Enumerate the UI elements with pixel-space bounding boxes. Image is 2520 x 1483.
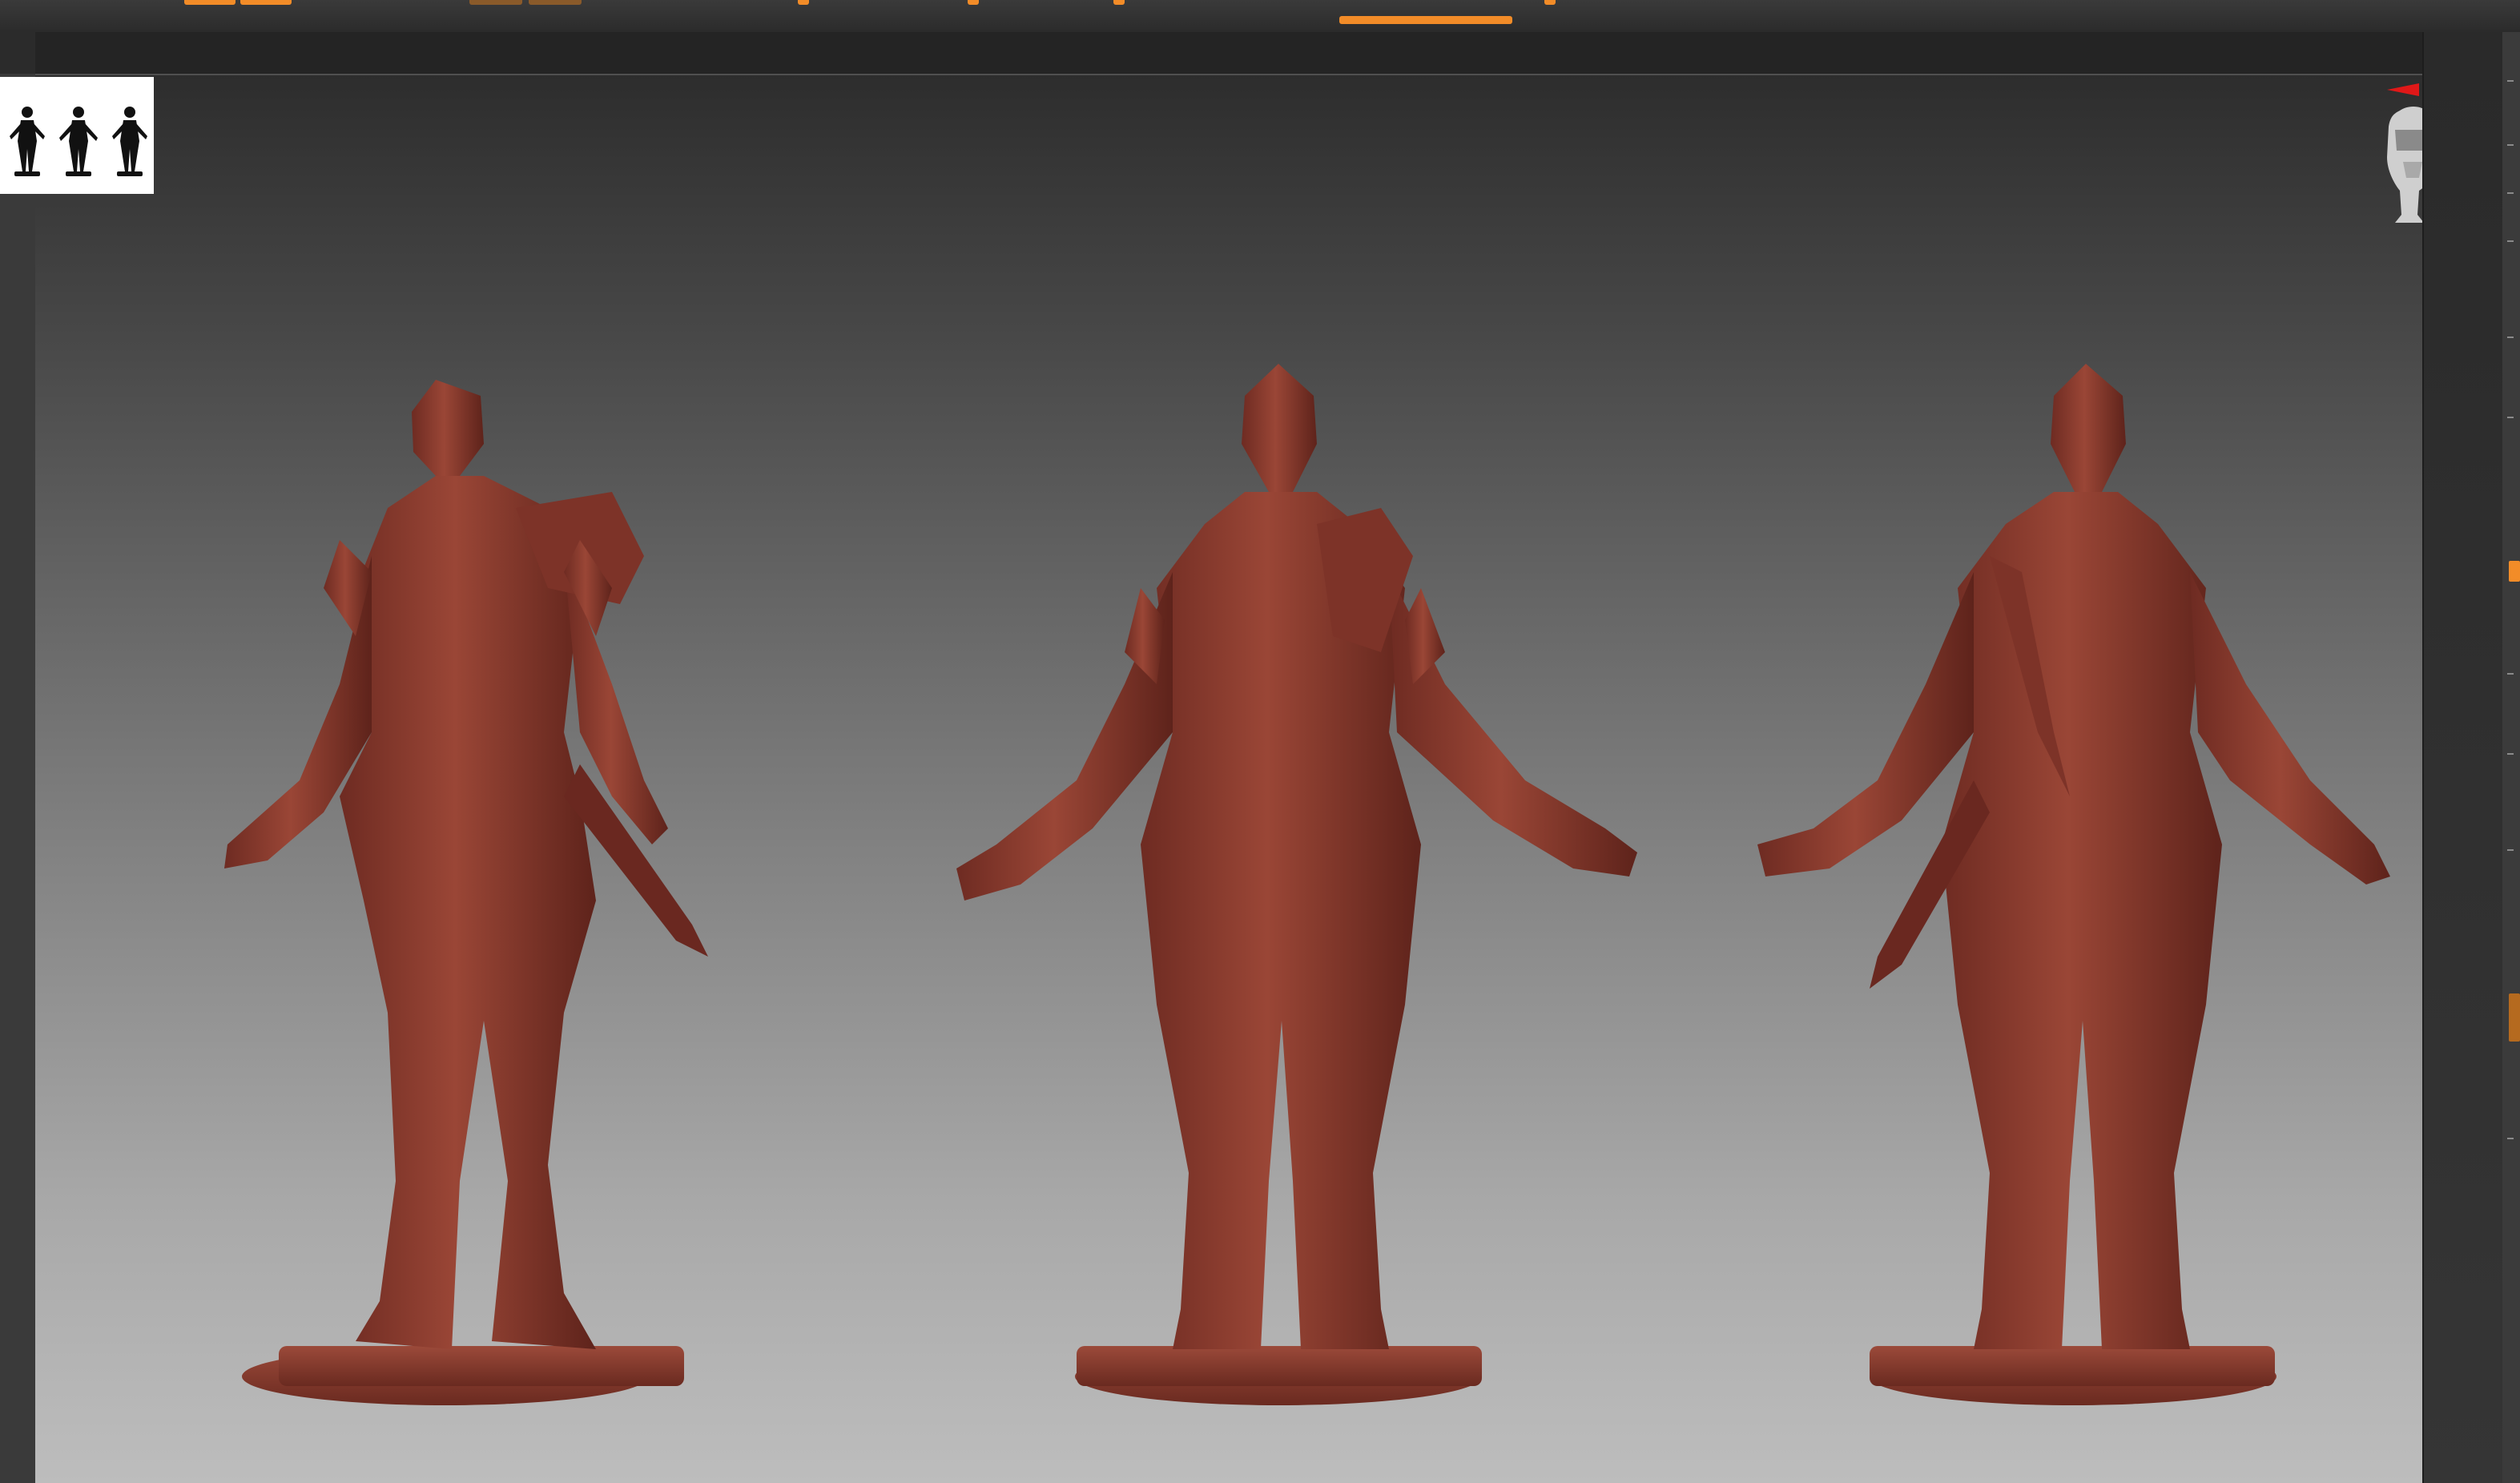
3d-viewport[interactable]	[35, 75, 2422, 1483]
figure-front[interactable]	[956, 364, 1637, 1405]
toolbar-tab-2[interactable]	[240, 0, 292, 5]
left-shelf	[0, 74, 35, 1483]
toolbar-tab-1[interactable]	[184, 0, 235, 5]
tray-notch	[2507, 673, 2514, 675]
toolbar-tab-3[interactable]	[469, 0, 522, 5]
sculpt-canvas	[224, 364, 2390, 1405]
tray-notch	[2507, 753, 2514, 755]
tray-notch	[2507, 80, 2514, 82]
toolbar-marker-2[interactable]	[968, 0, 979, 5]
right-dock-panel	[2422, 32, 2504, 1483]
zbrush-like-app	[0, 0, 2520, 1483]
tray-orange-marker[interactable]	[2509, 993, 2520, 1042]
figure-front-three-quarter[interactable]	[224, 380, 708, 1405]
figure-back[interactable]	[1757, 364, 2390, 1405]
silhouette-thumbnail-icon[interactable]	[0, 77, 154, 194]
right-tray-strip[interactable]	[2502, 32, 2520, 1483]
tray-notch	[2507, 849, 2514, 851]
tray-notch	[2507, 192, 2514, 194]
toolbar-marker-4[interactable]	[1544, 0, 1556, 5]
active-tab-indicator	[1339, 16, 1512, 24]
thumbnail-silhouettes	[10, 107, 147, 176]
tray-notch	[2507, 240, 2514, 242]
toolbar-tab-4[interactable]	[529, 0, 582, 5]
top-toolbar	[0, 0, 2520, 30]
tray-notch	[2507, 1138, 2514, 1139]
toolbar-marker-3[interactable]	[1113, 0, 1125, 5]
tray-notch	[2507, 336, 2514, 338]
tray-notch	[2507, 417, 2514, 418]
tray-orange-marker[interactable]	[2509, 561, 2520, 582]
toolbar-marker-1[interactable]	[798, 0, 809, 5]
tray-notch	[2507, 144, 2514, 146]
viewport-header-bar	[35, 32, 2422, 75]
